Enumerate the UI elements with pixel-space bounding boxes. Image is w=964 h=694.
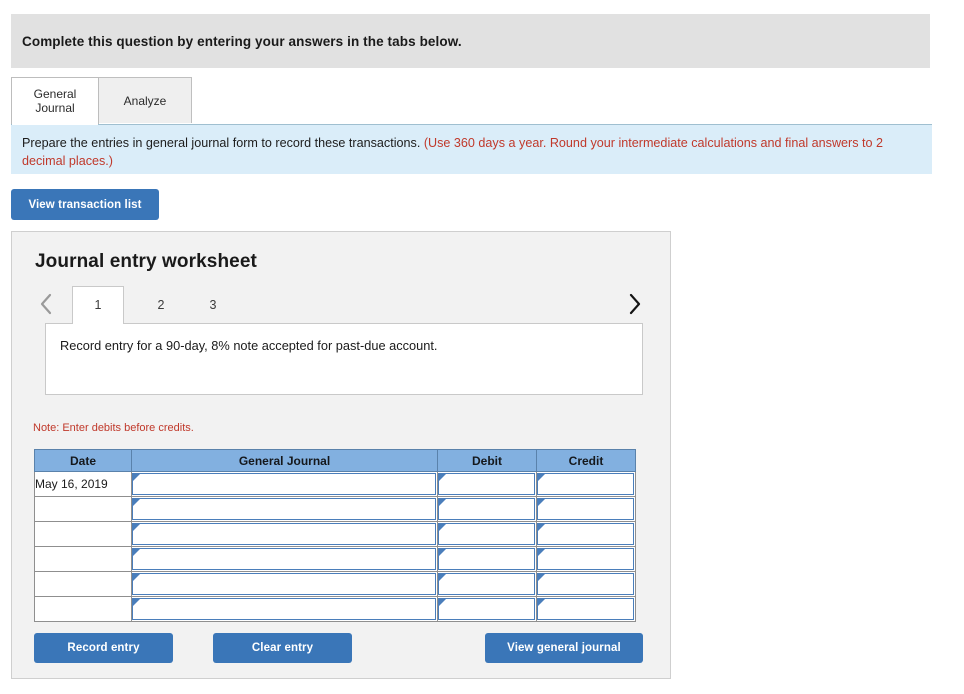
main-tabs: General Journal Analyze — [11, 77, 932, 125]
entry-description-text: Record entry for a 90-day, 8% note accep… — [60, 338, 438, 353]
debit-input[interactable] — [438, 523, 535, 545]
cell-credit[interactable] — [536, 471, 636, 497]
page-title: Journal entry worksheet — [35, 251, 257, 272]
tab-general-journal[interactable]: General Journal — [11, 77, 99, 125]
general-journal-input[interactable] — [132, 498, 436, 520]
tab-general-journal-line2: Journal — [35, 101, 75, 115]
cell-date[interactable] — [34, 496, 132, 522]
table-row — [34, 596, 636, 622]
cell-general-journal[interactable] — [131, 496, 438, 522]
cell-general-journal[interactable] — [131, 521, 438, 547]
clear-entry-button[interactable]: Clear entry — [213, 633, 352, 663]
debits-before-credits-note: Note: Enter debits before credits. — [33, 422, 194, 434]
cell-debit[interactable] — [437, 571, 537, 597]
table-header-row: Date General Journal Debit Credit — [34, 449, 636, 472]
journal-entry-table: Date General Journal Debit Credit May 16… — [34, 449, 636, 622]
column-header-debit: Debit — [437, 449, 537, 472]
column-header-date: Date — [34, 449, 132, 472]
worksheet-tab-3[interactable]: 3 — [187, 286, 239, 323]
credit-input[interactable] — [537, 548, 634, 570]
cell-credit[interactable] — [536, 521, 636, 547]
debit-input[interactable] — [438, 473, 535, 495]
cell-general-journal[interactable] — [131, 571, 438, 597]
worksheet-tab-1[interactable]: 1 — [72, 286, 124, 324]
cell-date[interactable] — [34, 521, 132, 547]
instruction-main: Prepare the entries in general journal f… — [22, 136, 424, 150]
cell-date[interactable]: May 16, 2019 — [34, 471, 132, 497]
debit-input[interactable] — [438, 598, 535, 620]
general-journal-input[interactable] — [132, 523, 436, 545]
cell-credit[interactable] — [536, 546, 636, 572]
chevron-left-icon[interactable] — [32, 289, 60, 319]
table-row — [34, 546, 636, 572]
worksheet-tab-3-label: 3 — [209, 297, 217, 312]
instruction-box: Prepare the entries in general journal f… — [11, 124, 932, 174]
credit-input[interactable] — [537, 573, 634, 595]
instruction-paragraph: Prepare the entries in general journal f… — [22, 134, 920, 170]
cell-debit[interactable] — [437, 471, 537, 497]
general-journal-input[interactable] — [132, 573, 436, 595]
cell-date[interactable] — [34, 546, 132, 572]
view-general-journal-button[interactable]: View general journal — [485, 633, 643, 663]
general-journal-input[interactable] — [132, 548, 436, 570]
credit-input[interactable] — [537, 523, 634, 545]
tab-general-journal-line1: General — [33, 87, 77, 101]
credit-input[interactable] — [537, 498, 634, 520]
cell-general-journal[interactable] — [131, 471, 438, 497]
table-row — [34, 571, 636, 597]
worksheet-entry-tabs: 1 2 3 — [32, 286, 652, 324]
cell-credit[interactable] — [536, 596, 636, 622]
column-header-credit: Credit — [536, 449, 636, 472]
worksheet-tab-1-label: 1 — [94, 298, 102, 312]
entry-description-box: Record entry for a 90-day, 8% note accep… — [45, 323, 643, 395]
cell-date[interactable] — [34, 571, 132, 597]
record-entry-button[interactable]: Record entry — [34, 633, 173, 663]
cell-debit[interactable] — [437, 596, 537, 622]
cell-credit[interactable] — [536, 496, 636, 522]
cell-debit[interactable] — [437, 496, 537, 522]
table-row — [34, 496, 636, 522]
general-journal-input[interactable] — [132, 598, 436, 620]
cell-general-journal[interactable] — [131, 546, 438, 572]
cell-debit[interactable] — [437, 521, 537, 547]
cell-general-journal[interactable] — [131, 596, 438, 622]
worksheet-tab-2[interactable]: 2 — [135, 286, 187, 323]
debit-input[interactable] — [438, 548, 535, 570]
cell-date[interactable] — [34, 596, 132, 622]
tab-analyze[interactable]: Analyze — [98, 77, 192, 124]
question-banner: Complete this question by entering your … — [11, 14, 930, 68]
journal-entry-worksheet-panel: Journal entry worksheet 1 2 3 Record ent… — [11, 231, 671, 679]
cell-credit[interactable] — [536, 571, 636, 597]
column-header-general-journal: General Journal — [131, 449, 438, 472]
chevron-right-icon[interactable] — [620, 289, 648, 319]
credit-input[interactable] — [537, 598, 634, 620]
view-transaction-list-button[interactable]: View transaction list — [11, 189, 159, 220]
tab-analyze-label: Analyze — [123, 94, 167, 108]
worksheet-tab-2-label: 2 — [157, 297, 165, 312]
cell-debit[interactable] — [437, 546, 537, 572]
banner-text: Complete this question by entering your … — [22, 33, 462, 49]
debit-input[interactable] — [438, 573, 535, 595]
debit-input[interactable] — [438, 498, 535, 520]
credit-input[interactable] — [537, 473, 634, 495]
table-row — [34, 521, 636, 547]
table-row: May 16, 2019 — [34, 471, 636, 497]
general-journal-input[interactable] — [132, 473, 436, 495]
